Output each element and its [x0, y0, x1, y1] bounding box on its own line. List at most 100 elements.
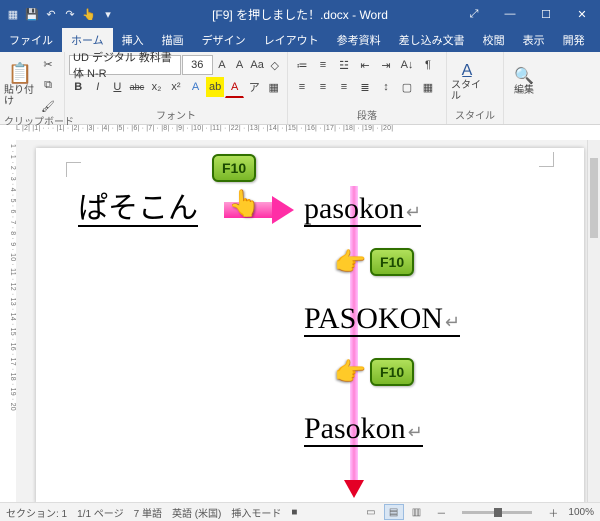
group-font: UD デジタル 教科書体 N-R 36 A A Aa ◇ B I U abc x…	[65, 52, 288, 124]
tab-view[interactable]: 表示	[514, 28, 554, 52]
pointing-hand-icon: 👆	[335, 355, 366, 387]
view-mode-switch: ▭ ▤ ▥	[361, 504, 427, 520]
font-name-select[interactable]: UD デジタル 教科書体 N-R	[69, 55, 181, 75]
tab-review[interactable]: 校閲	[474, 28, 514, 52]
italic-button[interactable]: I	[89, 77, 108, 97]
paste-icon: 📋	[8, 63, 33, 85]
status-section[interactable]: セクション: 1	[6, 505, 67, 520]
return-mark-icon: ↵	[406, 202, 421, 222]
arrow-down-head-icon	[344, 480, 364, 498]
maximize-button[interactable]: ☐	[528, 0, 564, 28]
editing-button[interactable]: 🔍 編集	[508, 59, 540, 105]
tab-help[interactable]: ヘルプ	[594, 28, 600, 52]
status-page[interactable]: 1/1 ページ	[77, 505, 123, 520]
tab-layout[interactable]: レイアウト	[255, 28, 328, 52]
document-area: ぱそこん pasokon↵ PASOKON↵ Pasokon↵ F10 👆	[16, 140, 600, 503]
tab-references[interactable]: 参考資料	[328, 28, 390, 52]
page[interactable]: ぱそこん pasokon↵ PASOKON↵ Pasokon↵ F10 👆	[36, 148, 584, 503]
word-app-icon: ▦	[6, 7, 20, 21]
tab-design[interactable]: デザイン	[193, 28, 255, 52]
margin-mark-tr	[539, 152, 554, 167]
text-japanese: ぱそこん	[78, 192, 198, 227]
indent-dec-icon[interactable]: ⇤	[355, 55, 375, 75]
qat-more-icon[interactable]: ▾	[101, 7, 115, 21]
text-lowercase: pasokon↵	[304, 192, 421, 227]
minimize-button[interactable]: —	[492, 0, 528, 28]
zoom-slider-thumb[interactable]	[494, 508, 502, 517]
show-marks-icon[interactable]: ¶	[418, 55, 438, 75]
text-lowercase-value: pasokon	[304, 192, 404, 225]
badge-f10-top: F10	[212, 154, 256, 182]
zoom-percent[interactable]: 100%	[568, 507, 594, 518]
phonetic-guide-icon[interactable]: ア	[245, 77, 264, 97]
underline-button[interactable]: U	[108, 77, 127, 97]
zoom-slider[interactable]	[462, 511, 532, 514]
badge-f10-bottom: F10	[370, 358, 414, 386]
text-capitalized-value: Pasokon	[304, 412, 406, 445]
return-mark-icon: ↵	[445, 312, 460, 332]
line-spacing-icon[interactable]: ↕	[376, 77, 396, 97]
redo-icon[interactable]: ↷	[63, 7, 77, 21]
change-case-icon[interactable]: Aa	[249, 55, 266, 75]
text-effects-icon[interactable]: A	[186, 77, 205, 97]
status-macro-rec-icon[interactable]: ■	[291, 507, 297, 518]
tab-file[interactable]: ファイル	[0, 28, 62, 52]
format-painter-icon[interactable]: 🖌	[38, 96, 58, 116]
align-right-icon[interactable]: ≡	[334, 77, 354, 97]
zoom-in-button[interactable]: ＋	[548, 505, 558, 520]
badge-f10-mid: F10	[370, 248, 414, 276]
cut-icon[interactable]: ✂	[38, 54, 58, 74]
superscript-button[interactable]: x²	[167, 77, 186, 97]
clear-format-icon[interactable]: ◇	[266, 55, 283, 75]
font-size-select[interactable]: 36	[182, 55, 213, 75]
indent-inc-icon[interactable]: ⇥	[376, 55, 396, 75]
group-editing: 🔍 編集	[504, 52, 554, 124]
zoom-out-button[interactable]: －	[436, 505, 446, 520]
text-uppercase-value: PASOKON	[304, 302, 443, 335]
touch-mode-icon[interactable]: 👆	[82, 7, 96, 21]
numbering-icon[interactable]: ≡	[313, 55, 333, 75]
close-button[interactable]: ✕	[564, 0, 600, 28]
status-insert-mode[interactable]: 挿入モード	[231, 505, 281, 520]
tab-developer[interactable]: 開発	[554, 28, 594, 52]
scrollbar-thumb[interactable]	[590, 158, 598, 238]
text-japanese-value: ぱそこん	[78, 192, 198, 225]
copy-icon[interactable]: ⧉	[38, 75, 58, 95]
font-color-icon[interactable]: A	[225, 77, 244, 98]
multilevel-icon[interactable]: ☳	[334, 55, 354, 75]
ribbon-options-icon[interactable]: ⤢	[456, 0, 492, 28]
vertical-scrollbar[interactable]	[587, 140, 600, 503]
align-center-icon[interactable]: ≡	[313, 77, 333, 97]
styles-button[interactable]: A̲ スタイル	[451, 59, 483, 105]
justify-icon[interactable]: ≣	[355, 77, 375, 97]
save-icon[interactable]: 💾	[25, 7, 39, 21]
group-editing-label	[508, 110, 550, 124]
editing-label: 編集	[514, 85, 534, 96]
grow-font-icon[interactable]: A	[214, 55, 231, 75]
view-read-icon[interactable]: ▭	[361, 504, 381, 520]
paste-button[interactable]: 📋 貼り付け	[4, 62, 36, 108]
group-paragraph: ≔ ≡ ☳ ⇤ ⇥ A↓ ¶ ≡ ≡ ≡ ≣ ↕ ▢ ▦ 段	[288, 52, 447, 124]
qat: ▦ 💾 ↶ ↷ 👆 ▾	[0, 7, 115, 21]
borders-icon[interactable]: ▦	[418, 77, 438, 97]
sort-icon[interactable]: A↓	[397, 55, 417, 75]
view-web-icon[interactable]: ▥	[406, 504, 426, 520]
status-words[interactable]: 7 単語	[134, 505, 162, 520]
bullets-icon[interactable]: ≔	[292, 55, 312, 75]
tab-mailings[interactable]: 差し込み文書	[390, 28, 474, 52]
view-print-icon[interactable]: ▤	[384, 504, 404, 520]
ruler-vertical[interactable]: 1 · 1 · 2 · 3 · 4 · 5 · 6 · 7 · 8 · 9 · …	[0, 140, 17, 503]
highlight-icon[interactable]: ab	[206, 77, 225, 97]
status-language[interactable]: 英語 (米国)	[172, 505, 221, 520]
char-border-icon[interactable]: ▦	[264, 77, 283, 97]
pointing-hand-icon: 👆	[335, 245, 366, 277]
strike-button[interactable]: abc	[128, 77, 147, 97]
title-bar: ▦ 💾 ↶ ↷ 👆 ▾ [F9] を押しました！.docx - Word ⤢ —…	[0, 0, 600, 28]
shading-icon[interactable]: ▢	[397, 77, 417, 97]
undo-icon[interactable]: ↶	[44, 7, 58, 21]
subscript-button[interactable]: x₂	[147, 77, 166, 97]
find-icon: 🔍	[514, 68, 534, 86]
align-left-icon[interactable]: ≡	[292, 77, 312, 97]
bold-button[interactable]: B	[69, 77, 88, 97]
shrink-font-icon[interactable]: A	[231, 55, 248, 75]
